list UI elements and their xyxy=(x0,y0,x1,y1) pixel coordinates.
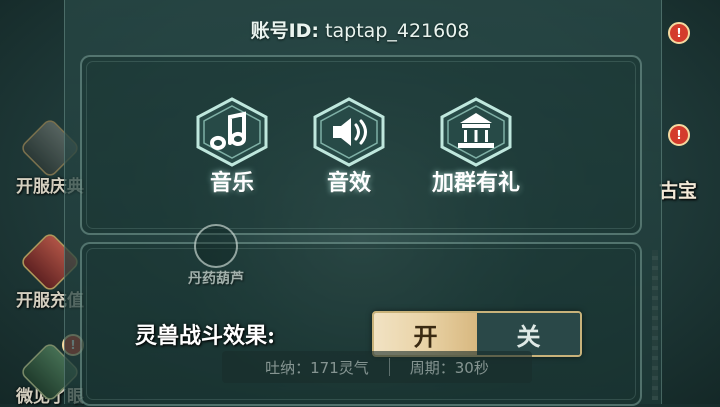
join-group-button[interactable]: 加群有礼 xyxy=(428,97,524,197)
toggle-off-option[interactable]: 关 xyxy=(477,313,580,355)
sound-effect-label: 音效 xyxy=(326,170,371,196)
music-button[interactable]: 音乐 xyxy=(184,97,280,197)
account-id-label: 账号ID: xyxy=(250,20,320,42)
sound-effect-button[interactable]: 音效 xyxy=(301,97,397,197)
account-id-value: taptap_421608 xyxy=(325,20,470,42)
speaker-icon xyxy=(313,97,385,167)
join-group-label: 加群有礼 xyxy=(431,170,520,196)
account-id: 账号ID: taptap_421608 xyxy=(0,16,720,43)
music-note-icon xyxy=(196,97,268,167)
tuna-text: 吐纳：171灵气 xyxy=(265,358,369,377)
hulu-label: 丹药葫芦 xyxy=(188,271,244,287)
toggle-on-option[interactable]: 开 xyxy=(374,313,477,355)
cycle-text: 周期：30秒 xyxy=(409,358,489,377)
music-label: 音乐 xyxy=(209,170,254,196)
pavilion-icon xyxy=(440,97,512,167)
divider xyxy=(388,358,390,376)
dan-yao-hulu: 丹药葫芦 xyxy=(186,224,246,288)
gourd-icon xyxy=(194,224,238,268)
battle-effect-label: 灵兽战斗效果: xyxy=(135,323,276,349)
notification-badge: ! xyxy=(668,124,690,146)
cultivation-info-bar: 吐纳：171灵气 周期：30秒 xyxy=(222,351,532,383)
